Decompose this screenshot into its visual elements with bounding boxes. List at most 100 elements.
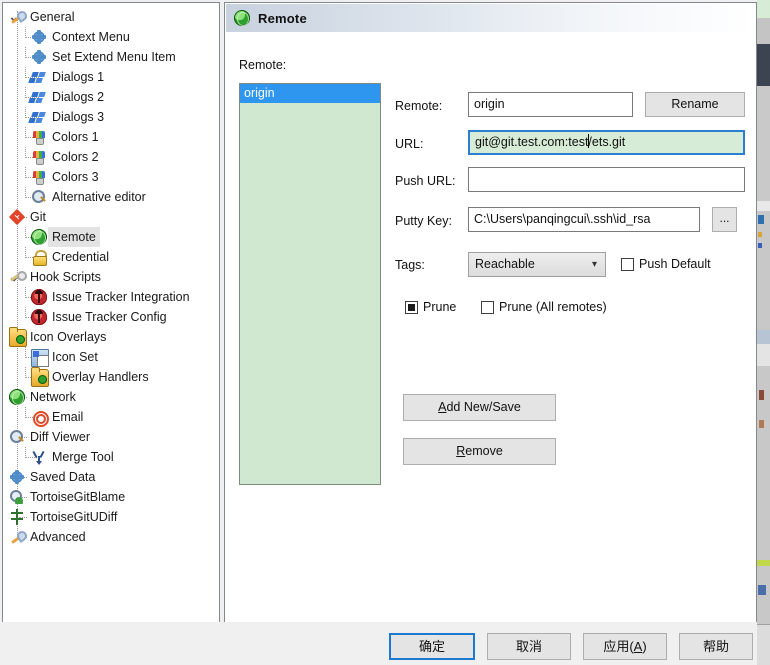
tree-item-issue-tracker-config[interactable]: Issue Tracker Config [3,307,219,327]
tree-guide [25,47,27,58]
url-label: URL: [395,137,424,151]
tree-item-label: Dialogs 2 [52,90,105,104]
bug-icon [31,289,47,305]
chevron-down-icon: ▾ [591,259,597,270]
colors-icon [31,149,47,165]
remote-name-input[interactable]: origin [468,92,633,117]
tags-label: Tags: [395,258,425,272]
add-new-save-button[interactable]: Add New/Save [403,394,556,421]
blame-icon [9,489,25,505]
tags-select[interactable]: Reachable ▾ [468,252,606,277]
tree-item-label: Hook Scripts [30,270,101,284]
prune-checkbox[interactable]: Prune [405,300,456,314]
dialogs-icon [31,69,47,85]
tree-guide [25,247,27,258]
tree-item-label: Issue Tracker Integration [52,290,190,304]
tree-item-git[interactable]: ⌄Git [3,207,219,227]
tree-item-tortoisegitudiff[interactable]: TortoiseGitUDiff [3,507,219,527]
tree-item-label: Overlay Handlers [52,370,149,384]
tree-item-network[interactable]: ⌄Network [3,387,219,407]
tree-guide [25,107,27,118]
tree-item-tortoisegitblame[interactable]: TortoiseGitBlame [3,487,219,507]
tree-item-label: Context Menu [52,30,130,44]
tree-item-advanced[interactable]: Advanced [3,527,219,547]
putty-key-label: Putty Key: [395,214,452,228]
tags-selected-value: Reachable [475,257,535,271]
push-url-label: Push URL: [395,174,456,188]
settings-tree[interactable]: ⌄ General Context Menu Set Extend Menu Item… [2,2,220,624]
tree-item-issue-tracker-integration[interactable]: Issue Tracker Integration [3,287,219,307]
url-input[interactable]: git@git.test.com:test/ets.git [468,130,745,155]
tree-guide [25,407,27,418]
accel-char: R [456,444,466,458]
globe-icon [9,389,25,405]
tree-item-diff-viewer[interactable]: ⌄ Diff Viewer [3,427,219,447]
ok-button[interactable]: 确定 [389,633,475,660]
remote-settings-panel: Remote Remote: origin Remote: origin Ren… [224,2,757,624]
cancel-button[interactable]: 取消 [487,633,571,660]
prune-label: Prune [423,300,457,314]
rename-button[interactable]: Rename [645,92,745,117]
push-url-input[interactable] [468,167,745,192]
dialog-button-bar: 确定 取消 应用(A) 帮助 [0,622,757,665]
tree-item-label: Git [30,210,46,224]
tree-item-alternative-editor[interactable]: Alternative editor [3,187,219,207]
tree-item-email[interactable]: Email [3,407,219,427]
tree-item-icon-overlays[interactable]: ⌄Icon Overlays [3,327,219,347]
tree-item-context-menu[interactable]: Context Menu [3,27,219,47]
magnifier-icon [31,189,47,205]
push-default-checkbox[interactable]: Push Default [621,257,711,271]
checkbox-box [481,300,494,314]
button-label-rest: emove [465,444,503,458]
tree-item-hook-scripts[interactable]: ⌄ Hook Scripts [3,267,219,287]
tree-guide [25,167,27,178]
tree-item-general[interactable]: ⌄ General [3,7,219,27]
tree-item-saved-data[interactable]: Saved Data [3,467,219,487]
tree-item-label: Icon Set [52,350,98,364]
tree-item-icon-set[interactable]: Icon Set [3,347,219,367]
browse-putty-key-button[interactable]: ... [712,207,737,232]
apply-button[interactable]: 应用(A) [583,633,667,660]
remote-listbox[interactable]: origin [239,83,381,485]
tree-item-label: Colors 2 [52,150,99,164]
tree-item-overlay-handlers[interactable]: Overlay Handlers [3,367,219,387]
tree-guide [25,307,27,318]
tree-item-dialogs-2[interactable]: Dialogs 2 [3,87,219,107]
wrench-icon [9,529,25,545]
prune-all-label: Prune (All remotes) [499,300,607,314]
tree-item-label: Merge Tool [52,450,114,464]
settings-dialog: ⌄ General Context Menu Set Extend Menu Item… [0,0,757,665]
icon-set-icon [31,349,49,367]
tree-item-dialogs-3[interactable]: Dialogs 3 [3,107,219,127]
tree-item-colors-1[interactable]: Colors 1 [3,127,219,147]
tree-item-label: Dialogs 1 [52,70,105,84]
tree-guide [25,227,27,238]
git-icon [8,208,26,226]
prune-all-remotes-checkbox[interactable]: Prune (All remotes) [481,300,607,314]
tree-item-remote[interactable]: Remote [3,227,219,247]
tree-item-colors-2[interactable]: Colors 2 [3,147,219,167]
tree-item-label: Issue Tracker Config [52,310,167,324]
tree-guide [25,367,27,378]
checkbox-box [621,257,634,271]
tree-guide [25,147,27,158]
tree-item-label: Alternative editor [52,190,146,204]
tree-item-set-extend-menu-item[interactable]: Set Extend Menu Item [3,47,219,67]
gear-icon [31,29,47,45]
help-button[interactable]: 帮助 [679,633,753,660]
remove-button[interactable]: Remove [403,438,556,465]
lock-icon [31,249,47,266]
wrench-icon [9,9,25,25]
putty-key-input[interactable]: C:\Users\panqingcui\.ssh\id_rsa [468,207,700,232]
tree-item-merge-tool[interactable]: Merge Tool [3,447,219,467]
tree-item-credential[interactable]: Credential [3,247,219,267]
list-item[interactable]: origin [240,84,380,103]
tree-item-dialogs-1[interactable]: Dialogs 1 [3,67,219,87]
magnifier-icon [9,429,25,445]
folder-overlay-icon [31,367,49,387]
apply-label-pre: 应用( [603,639,634,654]
background-window-sliver [757,0,770,665]
apply-label-post: ) [642,639,647,654]
tree-item-colors-3[interactable]: Colors 3 [3,167,219,187]
tree-guide [25,27,27,38]
